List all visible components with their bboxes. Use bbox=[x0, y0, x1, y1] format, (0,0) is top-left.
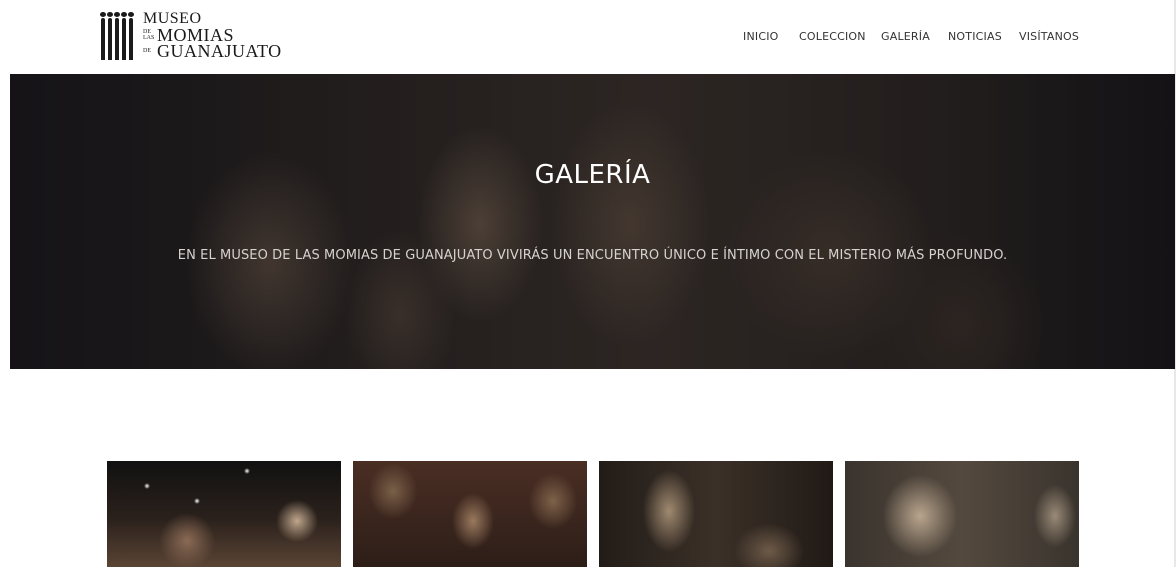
nav-visitanos[interactable]: VISÍTANOS bbox=[1019, 30, 1079, 43]
gallery-image[interactable] bbox=[845, 461, 1079, 567]
main-nav: INICIO COLECCION GALERÍA NOTICIAS VISÍTA… bbox=[0, 30, 1176, 48]
page-title: GALERÍA bbox=[534, 160, 651, 190]
gallery-image[interactable] bbox=[599, 461, 833, 567]
gallery-image[interactable] bbox=[107, 461, 341, 567]
logo-de-2: DE bbox=[143, 48, 151, 54]
hero-banner: GALERÍA EN EL MUSEO DE LAS MOMIAS DE GUA… bbox=[10, 74, 1175, 369]
gallery-image[interactable] bbox=[353, 461, 587, 567]
hero-background-image bbox=[10, 74, 1175, 369]
nav-coleccion[interactable]: COLECCION bbox=[799, 30, 866, 43]
nav-galeria[interactable]: GALERÍA bbox=[881, 30, 930, 43]
site-header: MUSEO DE LAS DE MOMIAS GUANAJUATO INICIO… bbox=[0, 0, 1176, 74]
nav-inicio[interactable]: INICIO bbox=[743, 30, 779, 43]
nav-noticias[interactable]: NOTICIAS bbox=[948, 30, 1002, 43]
hero-subtitle: EN EL MUSEO DE LAS MOMIAS DE GUANAJUATO … bbox=[177, 248, 1008, 263]
gallery-grid bbox=[107, 461, 1079, 567]
